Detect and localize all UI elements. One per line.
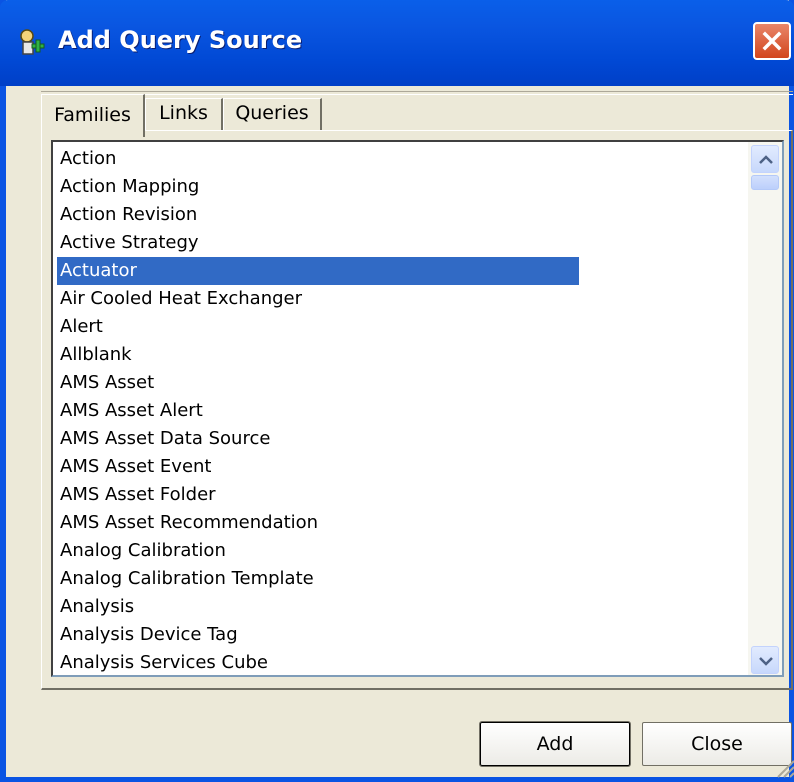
list-item[interactable]: AMS Asset Data Source [57, 425, 579, 453]
scroll-thumb[interactable] [751, 175, 779, 190]
tab-queries-label: Queries [235, 102, 309, 124]
scroll-down-button[interactable] [751, 646, 779, 674]
chevron-down-icon [759, 657, 773, 666]
list-item[interactable]: Action Revision [57, 201, 579, 229]
title-bar[interactable]: Add Query Source [0, 0, 794, 86]
dialog-title: Add Query Source [58, 26, 303, 54]
list-item[interactable]: AMS Asset Recommendation [57, 509, 579, 537]
chevron-up-icon [759, 155, 773, 164]
close-button[interactable]: Close [642, 722, 792, 766]
list-item[interactable]: Air Cooled Heat Exchanger [57, 285, 579, 313]
list-item[interactable]: Allblank [57, 341, 579, 369]
list-item[interactable]: Analog Calibration Template [57, 565, 579, 593]
tab-links[interactable]: Links [145, 98, 223, 131]
list-item[interactable]: Analog Calibration [57, 537, 579, 565]
add-button[interactable]: Add [479, 721, 631, 767]
query-source-icon [20, 29, 45, 55]
scroll-up-button[interactable] [751, 145, 779, 173]
list-item[interactable]: Alert [57, 313, 579, 341]
tab-links-label: Links [159, 102, 208, 124]
list-item[interactable]: Action Mapping [57, 173, 579, 201]
list-item[interactable]: Active Strategy [57, 229, 579, 257]
close-window-button[interactable] [753, 22, 791, 60]
tab-families-label: Families [54, 104, 131, 126]
list-item[interactable]: AMS Asset Alert [57, 397, 579, 425]
list-item[interactable]: AMS Asset Folder [57, 481, 579, 509]
tab-families[interactable]: Families [41, 94, 145, 137]
resize-grip-icon[interactable] [774, 757, 794, 779]
list-item[interactable]: AMS Asset [57, 369, 579, 397]
vertical-scrollbar[interactable] [748, 142, 782, 675]
families-list[interactable]: Action Action Mapping Action Revision Ac… [51, 140, 784, 677]
list-item[interactable]: Analysis [57, 593, 579, 621]
list-item-selected[interactable]: Actuator [57, 257, 579, 285]
list-item[interactable]: Analysis Services Cube [57, 649, 579, 675]
list-item[interactable]: AMS Asset Event [57, 453, 579, 481]
list-item[interactable]: Analysis Device Tag [57, 621, 579, 649]
close-icon [762, 31, 782, 51]
tab-queries[interactable]: Queries [223, 98, 322, 131]
list-item[interactable]: Action [57, 145, 579, 173]
add-query-source-dialog: Add Query Source Families Links Queries … [0, 0, 794, 782]
tab-strip-line [41, 91, 793, 95]
